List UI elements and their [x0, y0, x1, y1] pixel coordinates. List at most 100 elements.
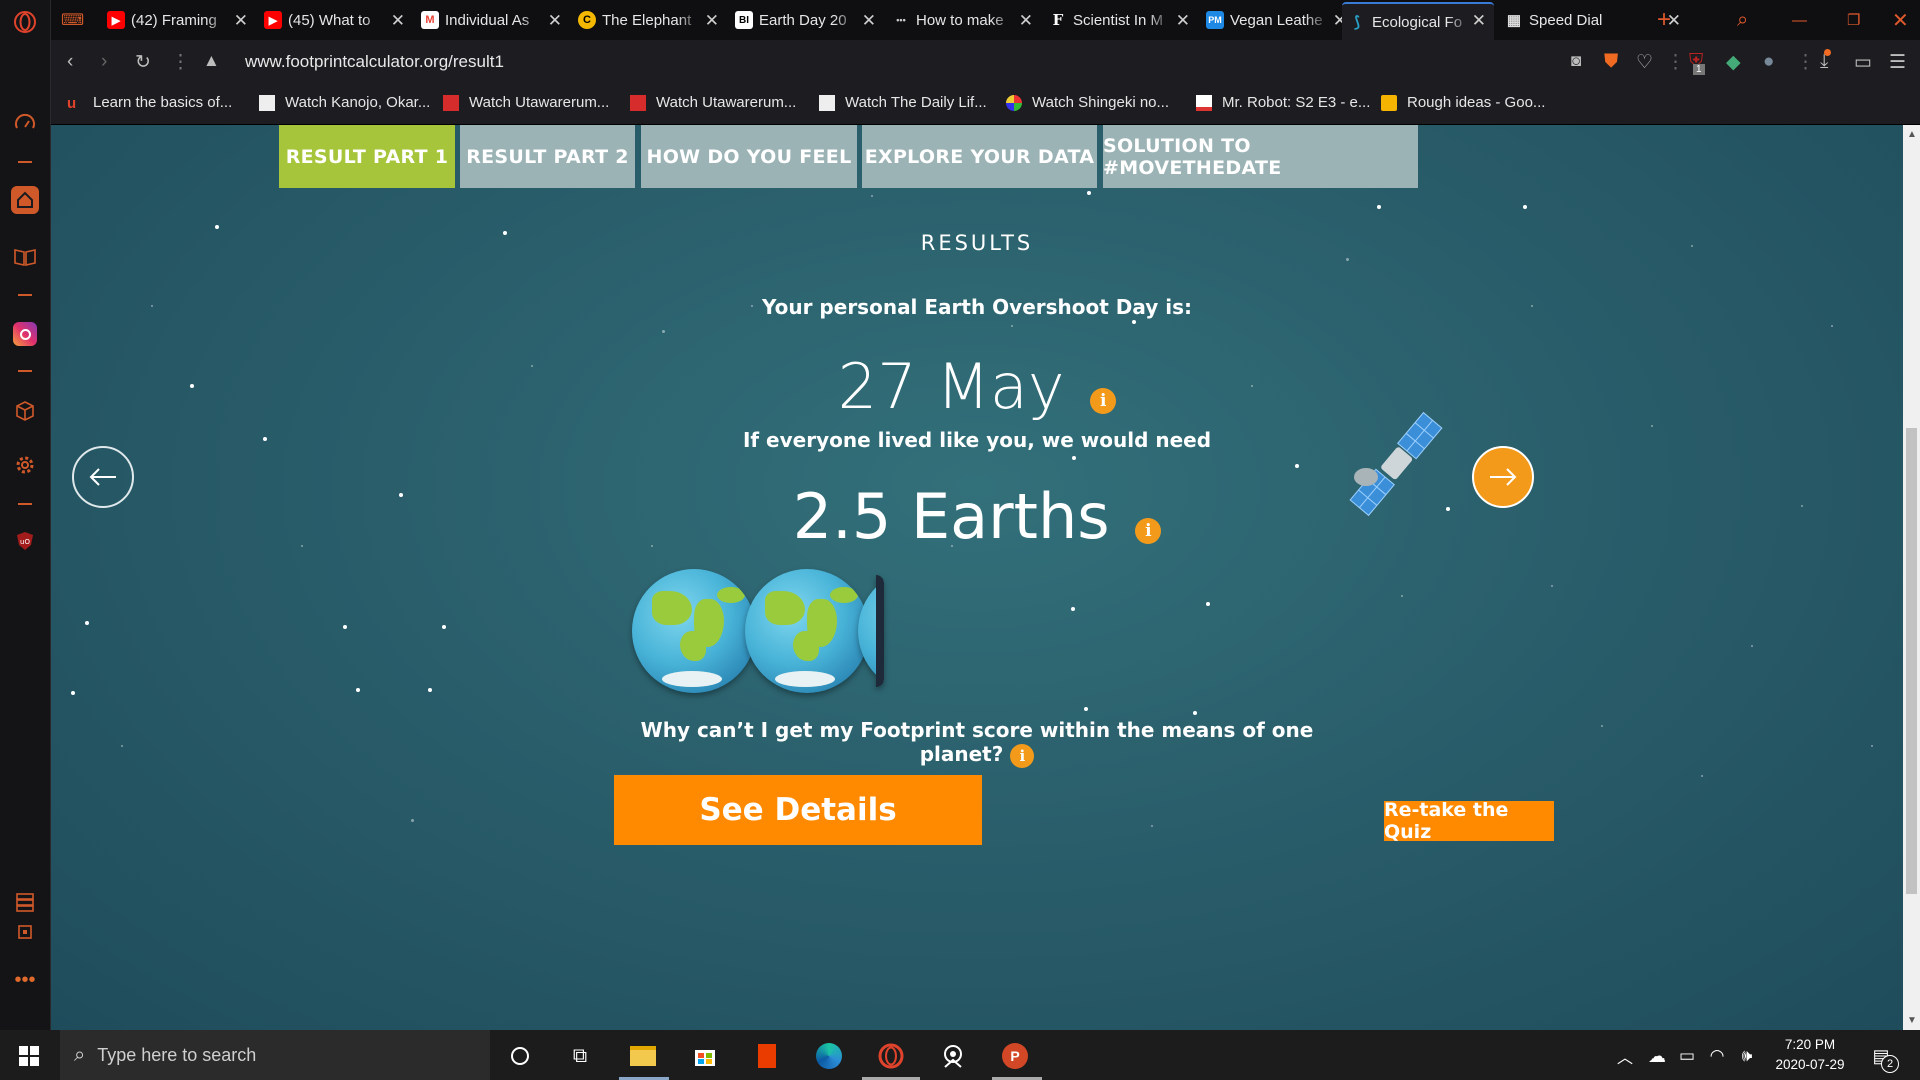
- instagram-icon[interactable]: [11, 320, 39, 348]
- why-question-line: Why can’t I get my Footprint score withi…: [640, 718, 1314, 742]
- star: [1751, 645, 1753, 647]
- cortana-circle-icon[interactable]: [503, 1039, 537, 1073]
- webcam-app-icon[interactable]: [936, 1039, 970, 1073]
- tab-youtube-framing[interactable]: ▶ (42) Framing ✕: [101, 4, 256, 36]
- server-stack-icon[interactable]: [11, 888, 39, 916]
- close-tab-icon[interactable]: ✕: [548, 11, 562, 31]
- system-clock[interactable]: 7:20 PM 2020-07-29: [1770, 1035, 1850, 1075]
- ublock-shield-icon[interactable]: uO: [11, 527, 39, 555]
- back-icon[interactable]: ‹: [67, 51, 73, 73]
- results-heading: RESULTS: [920, 231, 1034, 255]
- windows-start-icon[interactable]: [12, 1039, 46, 1073]
- powerpoint-icon[interactable]: P: [998, 1039, 1032, 1073]
- favorite-heart-icon[interactable]: ♡: [1636, 51, 1653, 74]
- snapshot-camera-icon[interactable]: ◙: [1571, 51, 1581, 71]
- bookmarks-book-icon[interactable]: [11, 243, 39, 271]
- battery-saver-icon[interactable]: ▭: [1854, 51, 1872, 74]
- tab-scientist[interactable]: F Scientist In M ✕: [1043, 4, 1198, 36]
- star: [1401, 595, 1403, 597]
- battery-icon[interactable]: ▭: [1670, 1039, 1704, 1073]
- info-icon[interactable]: i: [1010, 743, 1035, 768]
- opera-logo-icon[interactable]: [11, 8, 39, 36]
- tab-elephant[interactable]: C The Elephant ✕: [572, 4, 727, 36]
- retake-quiz-button[interactable]: Re-take the Quiz: [1384, 799, 1554, 843]
- tab-explore-your-data[interactable]: EXPLORE YOUR DATA: [862, 125, 1097, 188]
- tab-title: (45) What to: [288, 11, 371, 29]
- tab-vegan-leather[interactable]: PM Vegan Leathe ✕: [1200, 4, 1355, 36]
- microsoft-store-icon[interactable]: [688, 1039, 722, 1073]
- star: [428, 688, 432, 692]
- bookmark-item[interactable]: Watch Shingeki no...: [1006, 94, 1169, 111]
- close-tab-icon[interactable]: ✕: [1472, 11, 1486, 31]
- vpn-shield-icon[interactable]: ⛊: [1604, 51, 1618, 73]
- taskbar-search-box[interactable]: ⌕ Type here to search: [60, 1030, 490, 1080]
- bookmark-item[interactable]: Rough ideas - Goo...: [1381, 94, 1545, 111]
- onedrive-cloud-icon[interactable]: ☁: [1640, 1039, 1674, 1073]
- settings-gear-icon[interactable]: [11, 451, 39, 479]
- cube-icon[interactable]: [11, 397, 39, 425]
- extension-globe-icon[interactable]: ●: [1763, 51, 1774, 73]
- bookmark-item[interactable]: Mr. Robot: S2 E3 - e...: [1196, 94, 1370, 111]
- previous-arrow-button[interactable]: [72, 446, 134, 508]
- tab-result-part-2[interactable]: RESULT PART 2: [460, 125, 635, 188]
- easy-setup-icon[interactable]: ☰: [1889, 51, 1906, 74]
- minimize-icon[interactable]: —: [1786, 4, 1816, 36]
- wifi-icon[interactable]: ◠: [1700, 1039, 1734, 1073]
- scroll-down-icon[interactable]: ▼: [1907, 1015, 1917, 1026]
- reload-icon[interactable]: ↻: [135, 51, 151, 74]
- opera-browser-icon[interactable]: [874, 1039, 908, 1073]
- volume-icon[interactable]: 🕪: [1730, 1039, 1764, 1073]
- forward-icon[interactable]: ›: [101, 51, 107, 73]
- tab-ecological-footprint[interactable]: ⟆ Ecological Fo ✕: [1342, 2, 1494, 40]
- tab-how-to-make[interactable]: ••• How to make ✕: [886, 4, 1041, 36]
- home-icon[interactable]: [11, 186, 39, 214]
- star: [1551, 585, 1553, 587]
- scroll-up-icon[interactable]: ▲: [1907, 129, 1917, 140]
- opera-sidebar: uO •••: [0, 0, 51, 1030]
- new-tab-plus-icon[interactable]: +: [1651, 4, 1681, 36]
- star: [1701, 775, 1703, 777]
- close-tab-icon[interactable]: ✕: [862, 11, 876, 31]
- google-slides-icon: [1381, 94, 1397, 111]
- show-hidden-icons-chevron-icon[interactable]: ︿: [1608, 1039, 1642, 1073]
- see-details-button[interactable]: See Details: [614, 775, 982, 845]
- url-field[interactable]: www.footprintcalculator.org/result1: [245, 52, 504, 72]
- star: [662, 330, 665, 333]
- tab-earth-day[interactable]: BI Earth Day 20 ✕: [729, 4, 884, 36]
- bookmark-item[interactable]: Watch Kanojo, Okar...: [259, 94, 430, 111]
- bookmark-item[interactable]: Watch Utawarerum...: [443, 94, 609, 111]
- more-dots-icon[interactable]: •••: [11, 966, 39, 994]
- search-tabs-icon[interactable]: ⌕: [1731, 4, 1761, 36]
- close-tab-icon[interactable]: ✕: [705, 11, 719, 31]
- edge-browser-icon[interactable]: [812, 1039, 846, 1073]
- close-tab-icon[interactable]: ✕: [391, 11, 405, 31]
- tab-result-part-1[interactable]: RESULT PART 1: [279, 125, 455, 188]
- tab-youtube-what-to[interactable]: ▶ (45) What to ✕: [258, 4, 413, 36]
- restore-icon[interactable]: ❐: [1841, 4, 1871, 36]
- chip-icon[interactable]: [11, 918, 39, 946]
- continent: [652, 591, 692, 625]
- extension-cube-icon[interactable]: ◆: [1726, 51, 1741, 74]
- bookmark-item[interactable]: u Learn the basics of...: [67, 94, 232, 112]
- clock-date: 2020-07-29: [1775, 1057, 1845, 1072]
- tab-how-do-you-feel[interactable]: HOW DO YOU FEEL: [641, 125, 857, 188]
- office-icon[interactable]: [750, 1039, 784, 1073]
- file-explorer-icon[interactable]: [626, 1039, 660, 1073]
- close-tab-icon[interactable]: ✕: [1019, 11, 1033, 31]
- next-arrow-button[interactable]: [1472, 446, 1534, 508]
- speed-dial-gauge-icon[interactable]: [11, 110, 39, 138]
- tab-solution-movethedate[interactable]: SOLUTION TO #MOVETHEDATE: [1103, 125, 1418, 188]
- info-icon[interactable]: i: [1090, 388, 1117, 414]
- task-view-icon[interactable]: ⧉: [563, 1039, 597, 1073]
- close-tab-icon[interactable]: ✕: [1176, 11, 1190, 31]
- close-window-icon[interactable]: ✕: [1886, 4, 1916, 36]
- not-secure-warning-icon[interactable]: ▲: [203, 51, 220, 71]
- star: [411, 819, 414, 822]
- tab-gmail[interactable]: M Individual As ✕: [415, 4, 570, 36]
- bookmark-item[interactable]: Watch The Daily Lif...: [819, 94, 987, 111]
- separator-dots-icon: ⋮: [171, 52, 190, 73]
- scrollbar-thumb[interactable]: [1906, 428, 1917, 894]
- bookmark-item[interactable]: Watch Utawarerum...: [630, 94, 796, 111]
- close-tab-icon[interactable]: ✕: [234, 11, 248, 31]
- info-icon[interactable]: i: [1135, 517, 1162, 544]
